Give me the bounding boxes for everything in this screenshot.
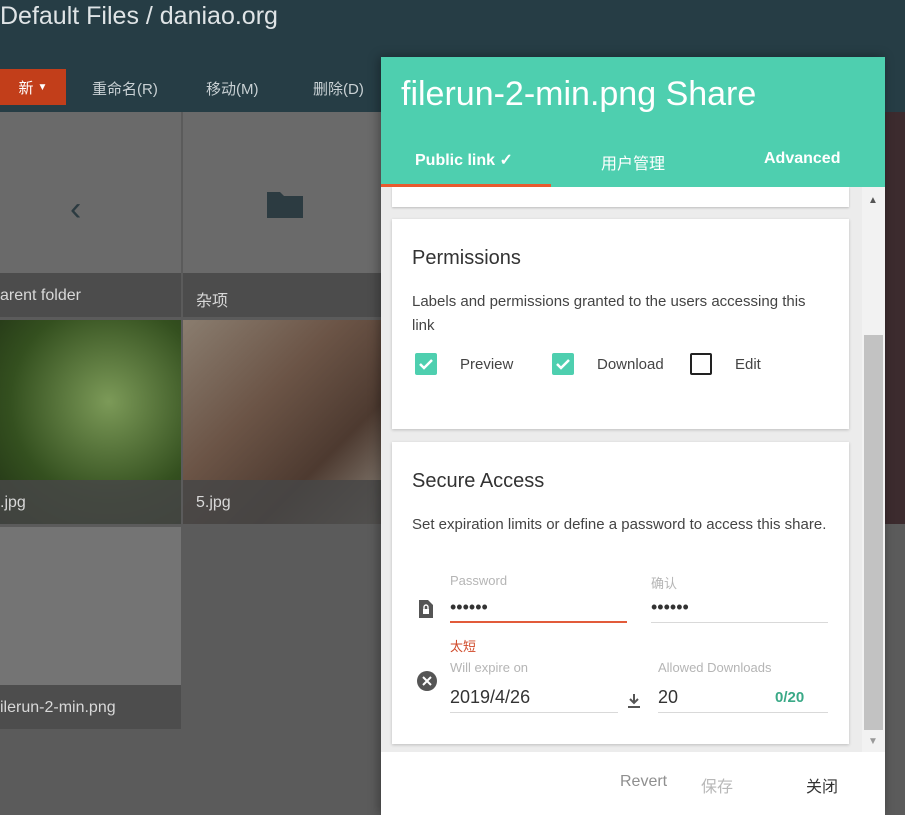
new-button-label: 新 [18,79,34,97]
expire-date-input[interactable] [450,683,618,713]
file-name: ilerun-2-min.png [0,685,181,729]
tab-public-link[interactable]: Public link ✓ [415,150,513,170]
folder-icon [267,192,303,218]
download-arrow-icon[interactable] [627,693,641,709]
file-tile[interactable]: .jpg [0,320,181,524]
dialog-body: Permissions Labels and permissions grant… [381,187,862,752]
file-name: arent folder [0,273,181,317]
password-label: Password [450,573,508,588]
card-partial [392,187,849,207]
rename-button[interactable]: 重命名(R) [92,78,158,99]
save-button[interactable]: 保存 [701,773,733,797]
check-icon [556,359,570,370]
dialog-title: filerun-2-min.png Share [401,75,757,113]
secure-access-description: Set expiration limits or define a passwo… [412,516,827,533]
close-button[interactable]: 关闭 [806,773,838,797]
downloads-counter: 0/20 [775,689,805,706]
file-tile[interactable]: ‹ arent folder [0,112,181,317]
file-tile-partial [885,112,905,524]
revert-button[interactable]: Revert [620,773,667,791]
clear-icon[interactable] [416,670,438,692]
scrollbar-thumb[interactable] [864,335,883,730]
breadcrumb: Default Files / daniao.org [0,2,278,30]
file-name: 5.jpg [183,480,381,524]
move-button[interactable]: 移动(M) [206,78,259,99]
permissions-card: Permissions Labels and permissions grant… [392,219,849,429]
permissions-title: Permissions [412,247,521,269]
permissions-description: Labels and permissions granted to the us… [412,293,806,334]
download-label: Download [597,356,664,373]
secure-access-title: Secure Access [412,470,545,492]
confirm-password-input[interactable] [651,593,828,623]
file-tile[interactable]: 杂项 [183,112,381,317]
file-tile[interactable]: 5.jpg [183,320,381,524]
toolbar: 新 ▼ 重命名(R) 移动(M) 删除(D) [0,69,380,105]
caret-down-icon: ▼ [37,81,48,93]
tab-user-management[interactable]: 用户管理 [601,150,665,174]
password-input[interactable] [450,593,627,623]
file-name: 杂项 [183,273,381,317]
scroll-down-icon[interactable]: ▼ [868,736,878,747]
file-tile[interactable]: ilerun-2-min.png [0,527,181,729]
file-name: .jpg [0,480,181,524]
scrollbar[interactable]: ▲ ▼ [862,187,885,752]
secure-access-card: Secure Access Set expiration limits or d… [392,442,849,744]
preview-checkbox[interactable] [415,353,437,375]
delete-button[interactable]: 删除(D) [313,78,364,99]
check-icon [419,359,433,370]
preview-label: Preview [460,356,514,373]
confirm-label: 确认 [651,576,678,591]
new-button[interactable]: 新 ▼ [0,69,66,105]
scroll-up-icon[interactable]: ▲ [868,195,878,206]
share-dialog: filerun-2-min.png Share Public link ✓ 用户… [381,57,885,815]
download-checkbox[interactable] [552,353,574,375]
edit-checkbox[interactable] [690,353,712,375]
dialog-header: filerun-2-min.png Share Public link ✓ 用户… [381,57,885,187]
chevron-left-icon: ‹ [70,190,82,228]
expire-label: Will expire on [450,660,529,675]
downloads-label: Allowed Downloads [658,660,772,675]
edit-label: Edit [735,356,761,373]
tab-advanced[interactable]: Advanced [764,150,840,168]
dialog-footer: Revert 保存 关闭 [381,752,885,815]
password-error: 太短 [450,639,477,654]
lock-file-icon [419,600,433,618]
